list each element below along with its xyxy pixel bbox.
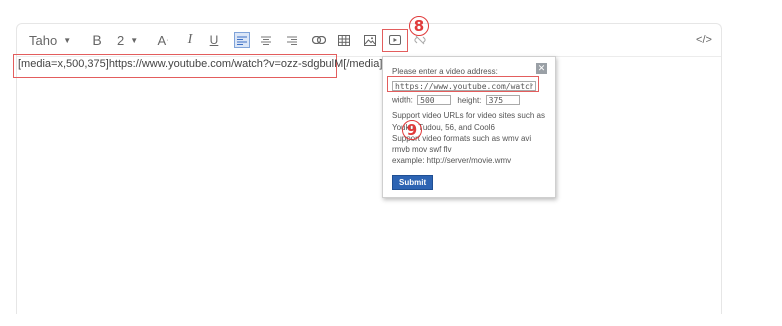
font-color-button[interactable]: A ·: [155, 30, 171, 50]
underline-label: U: [209, 33, 219, 47]
width-input[interactable]: [417, 95, 452, 105]
height-label: height:: [457, 95, 482, 105]
step-marker-9: 9: [402, 120, 422, 140]
chevron-down-icon: ▼: [63, 35, 72, 45]
video-button-highlight: [382, 29, 408, 52]
editor-toolbar: Taho ▼ B 2 ▼ A · I U </>: [17, 24, 721, 57]
font-color-label: A: [157, 32, 167, 48]
help-line-4: rmvb mov swf flv: [392, 145, 452, 154]
align-right-button[interactable]: [285, 30, 299, 50]
italic-button[interactable]: I: [183, 30, 197, 50]
underline-button[interactable]: U: [207, 30, 221, 50]
step-marker-8: 8: [409, 16, 429, 36]
align-left-icon: [237, 36, 247, 45]
address-input-highlight: [387, 76, 539, 92]
width-label: width:: [392, 95, 413, 105]
font-family-select[interactable]: Taho ▼: [29, 30, 73, 50]
help-line-5: example: http://server/movie.wmv: [392, 156, 512, 165]
align-center-icon: [261, 36, 271, 45]
font-family-label: Taho: [29, 32, 58, 48]
table-icon: [338, 34, 350, 46]
help-line-1: Support video URLs for video sites such …: [392, 111, 545, 120]
source-code-button[interactable]: </>: [696, 30, 712, 50]
submit-button[interactable]: Submit: [392, 175, 434, 190]
step-marker-9-label: 9: [406, 120, 418, 139]
italic-label: I: [187, 32, 193, 47]
align-left-button[interactable]: [234, 32, 250, 48]
source-code-label: </>: [696, 34, 712, 46]
table-button[interactable]: [336, 30, 352, 50]
link-icon: [312, 36, 326, 44]
bold-label: B: [92, 32, 102, 48]
image-icon: [364, 34, 376, 46]
align-center-button[interactable]: [259, 30, 273, 50]
editor-content[interactable]: [media=x,500,375]https://www.youtube.com…: [18, 58, 382, 70]
address-label: Please enter a video address:: [392, 67, 498, 76]
font-size-select[interactable]: 2 ▼: [117, 30, 147, 50]
align-right-icon: [287, 36, 297, 45]
bold-button[interactable]: B: [89, 30, 105, 50]
link-button[interactable]: [311, 30, 327, 50]
chevron-down-icon: ▼: [130, 35, 139, 45]
image-button[interactable]: [362, 30, 378, 50]
height-input[interactable]: [485, 95, 520, 105]
font-size-label: 2: [117, 32, 125, 48]
step-marker-8-label: 8: [413, 16, 425, 35]
close-icon[interactable]: ✕: [536, 63, 547, 74]
